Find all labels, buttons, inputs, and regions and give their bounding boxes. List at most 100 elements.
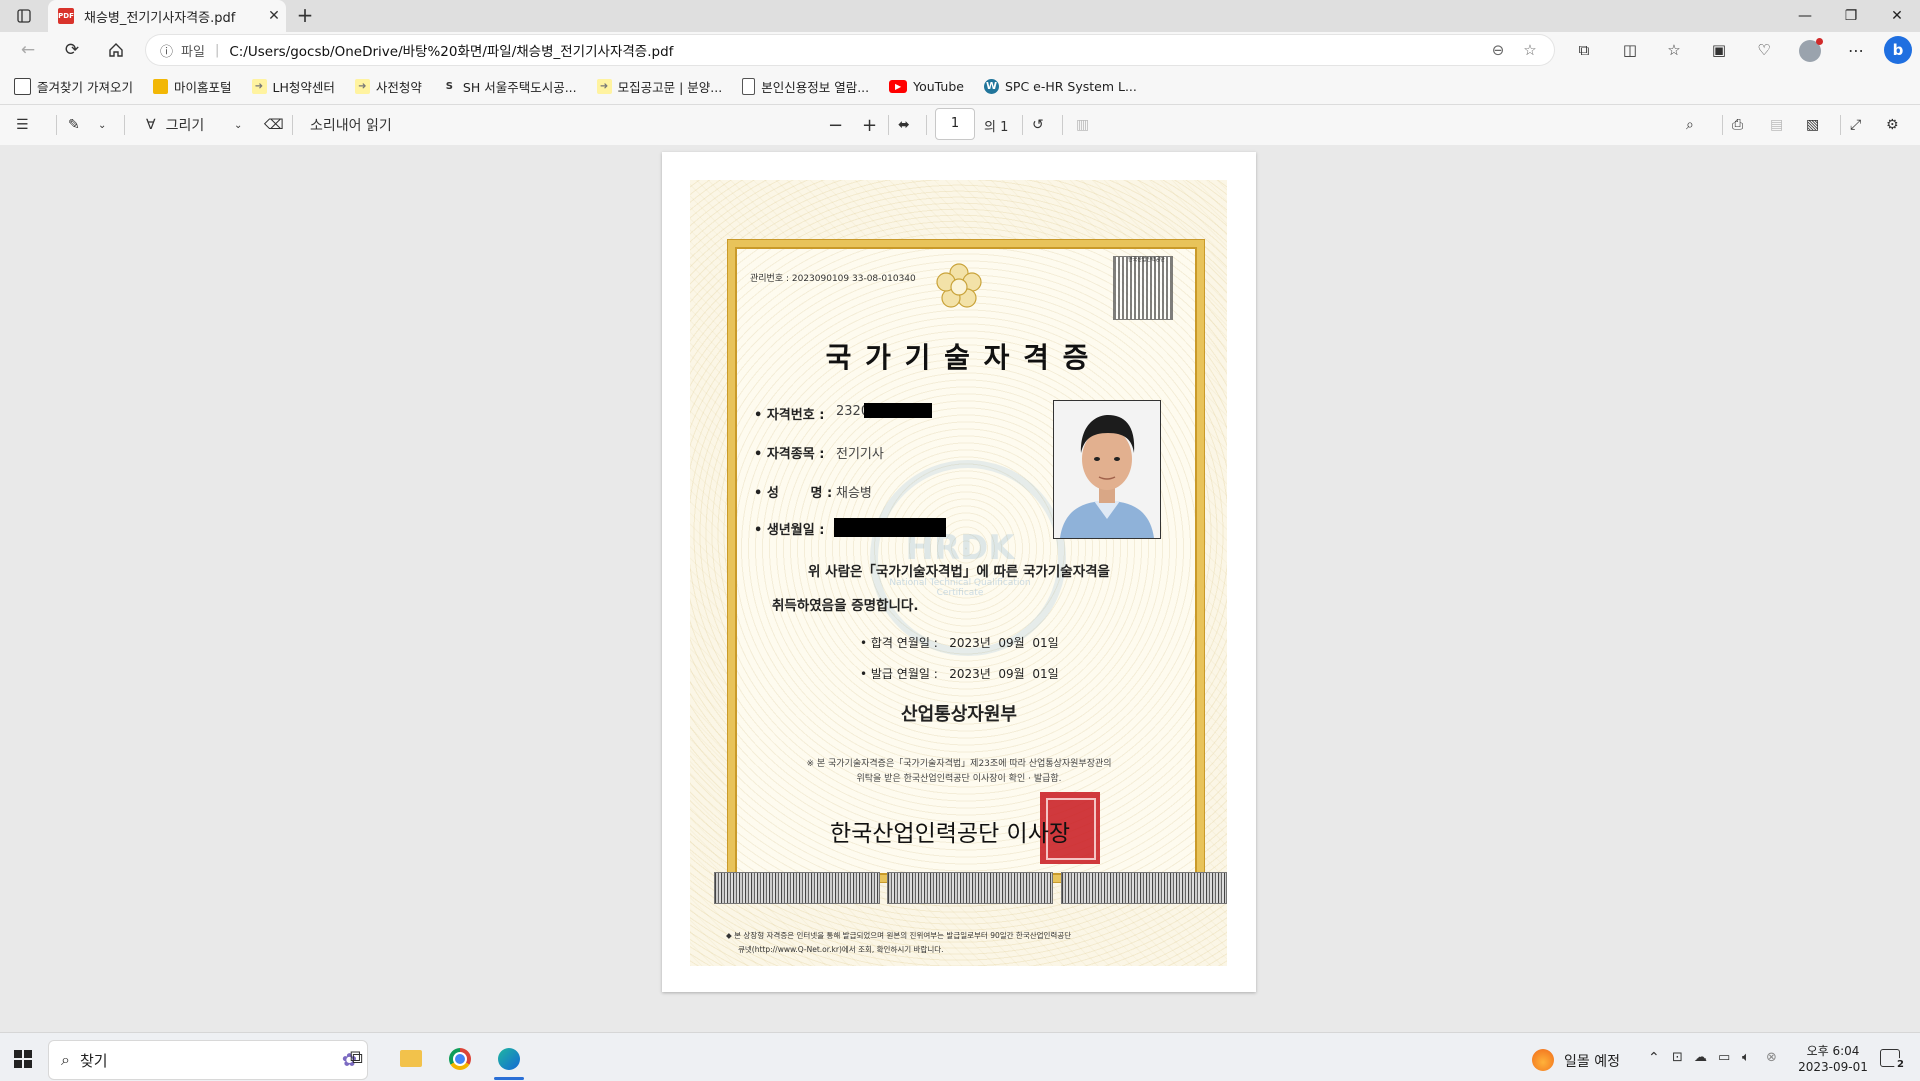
favorite-item[interactable]: W SPC e-HR System L... [983, 78, 1137, 94]
id-photo [1053, 400, 1161, 539]
chrome-icon[interactable] [449, 1048, 471, 1070]
highlight-icon[interactable]: ✎ [68, 105, 80, 145]
favorite-item[interactable]: 즐겨찾기 가져오기 [14, 77, 133, 96]
edge-browser-icon[interactable] [498, 1048, 520, 1070]
toolbar-divider [124, 115, 125, 135]
clock-time[interactable]: 오후 6:04 [1800, 1042, 1866, 1059]
document-icon [742, 77, 756, 95]
field-label: • 생년월일 : [754, 523, 825, 538]
read-aloud-button[interactable]: 소리내어 읽기 [310, 105, 392, 145]
bing-copilot-icon[interactable]: b [1884, 36, 1912, 64]
favorite-star-icon[interactable]: ☆ [1514, 41, 1546, 59]
favorite-item[interactable]: ➜ 모집공고문 | 분양... [596, 77, 722, 96]
collections-icon[interactable]: ▣ [1703, 34, 1735, 66]
eraser-icon[interactable]: ⌫ [264, 105, 284, 145]
issue-date: • 발급 연월일 : 2023년 09월 01일 [860, 667, 1059, 681]
issuer-name: 한국산업인력공단 이사장 [829, 821, 1071, 847]
tab-close-icon[interactable]: ✕ [262, 8, 286, 24]
qr-caption: 한국산업인력공단 [1128, 257, 1165, 263]
taskbar-search-box[interactable]: ⌕ 찾기 ✿ [48, 1040, 368, 1080]
page-number-input[interactable]: 1 [935, 108, 975, 140]
favorite-label: LH청약센터 [272, 79, 335, 95]
minimize-button[interactable]: — [1782, 0, 1828, 32]
restore-button[interactable]: ❐ [1828, 0, 1874, 32]
hrdk-watermark: HRDK National Technical Qualification Ce… [870, 460, 1066, 656]
address-bar[interactable]: ⓘ 파일 | C:/Users/gocsb/OneDrive/바탕%20화면/파… [146, 35, 1554, 65]
zoom-in-button[interactable]: + [862, 105, 877, 145]
file-explorer-icon[interactable] [400, 1050, 422, 1067]
back-button[interactable]: ← [12, 34, 44, 66]
favorites-icon[interactable]: ☆ [1658, 34, 1690, 66]
zoom-out-button[interactable]: − [828, 105, 843, 145]
qr-code [1113, 256, 1173, 320]
profile-notification-dot [1816, 38, 1823, 45]
onedrive-icon[interactable]: ☁ [1694, 1050, 1707, 1065]
address-url[interactable]: C:/Users/gocsb/OneDrive/바탕%20화면/파일/채승병_전… [229, 40, 1482, 60]
tab-actions-icon[interactable] [10, 6, 38, 26]
favorite-item[interactable]: ➜ LH청약센터 [251, 77, 335, 96]
favorite-item[interactable]: ▶ YouTube [889, 79, 964, 94]
management-number: 관리번호 : 2023090109 33-08-010340 [750, 274, 916, 284]
highlight-dropdown-icon[interactable]: ⌄ [98, 105, 106, 145]
wordpress-icon: W [983, 78, 999, 94]
toolbar-divider [56, 115, 57, 135]
network-icon[interactable]: ▭ [1718, 1050, 1730, 1065]
arrow-bookmark-icon: ➜ [596, 78, 612, 94]
split-screen-icon[interactable]: ◫ [1614, 34, 1646, 66]
field-label: • 성 명 : [754, 486, 833, 501]
footer-note-line2: 큐넷(http://www.Q-Net.or.kr)에서 조회, 확인하시기 바… [738, 945, 944, 954]
clock-date[interactable]: 2023-09-01 [1796, 1060, 1870, 1074]
performance-icon[interactable]: ♡ [1748, 34, 1780, 66]
new-tab-button[interactable]: + [292, 4, 318, 28]
favorite-item[interactable]: 본인신용정보 열람... [742, 77, 869, 96]
find-icon[interactable]: ⌕ [1686, 105, 1694, 145]
extensions-icon[interactable]: ⧉ [1568, 34, 1600, 66]
page-view-icon[interactable]: ▥ [1076, 105, 1089, 145]
mute-status-icon[interactable]: ⊗ [1766, 1050, 1777, 1065]
import-icon [14, 77, 31, 95]
home-button[interactable] [100, 34, 132, 66]
info-icon[interactable]: ⓘ [160, 41, 173, 60]
draw-button[interactable]: ∀ 그리기 [146, 105, 204, 145]
fit-page-icon[interactable]: ⬌ [898, 105, 910, 145]
windows-start-icon[interactable] [14, 1050, 32, 1068]
fullscreen-icon[interactable]: ⤢ [1850, 105, 1861, 145]
save-as-icon[interactable]: ▧ [1806, 105, 1819, 145]
toolbar-divider [292, 115, 293, 135]
favorite-item[interactable]: ➜ 사전청약 [354, 77, 422, 96]
refresh-button[interactable]: ⟳ [56, 34, 88, 66]
volume-icon[interactable]: 🔈︎ [1742, 1050, 1750, 1065]
close-window-button[interactable]: ✕ [1874, 0, 1920, 32]
security-barcode [714, 872, 880, 904]
tray-app-icon[interactable]: ⊡ [1672, 1050, 1683, 1065]
weather-sunset-icon[interactable] [1532, 1049, 1554, 1071]
draw-dropdown-icon[interactable]: ⌄ [234, 105, 242, 145]
toolbar-divider [1722, 115, 1723, 135]
favorite-item[interactable]: 마이홈포털 [152, 77, 232, 96]
toolbar-divider [888, 115, 889, 135]
legal-note-line2: 위탁을 받은 한국산업인력공단 이사장이 확인 · 발급함. [856, 774, 1062, 784]
favorite-label: 사전청약 [375, 79, 422, 95]
print-icon[interactable]: ⎙ [1732, 105, 1743, 145]
pdf-file-icon: PDF [58, 8, 74, 24]
browser-tab[interactable]: PDF 채승병_전기기사자격증.pdf ✕ [48, 0, 286, 32]
settings-gear-icon[interactable]: ⚙ [1886, 105, 1899, 145]
national-emblem-icon [934, 262, 984, 312]
favorite-label: 본인신용정보 열람... [761, 79, 870, 95]
field-value: 채승병 [836, 486, 872, 501]
weather-text[interactable]: 일몰 예정 [1564, 1051, 1620, 1071]
save-icon[interactable]: ▤ [1770, 105, 1783, 145]
zoom-out-icon[interactable]: ⊖ [1482, 41, 1514, 59]
arrow-bookmark-icon: ➜ [354, 78, 370, 94]
sh-logo-icon: S [445, 80, 453, 92]
field-label: • 자격번호 : [754, 408, 825, 423]
legal-note-line1: ※ 본 국가기술자격증은「국가기술자격법」제23조에 따라 산업통상자원부장관의 [806, 759, 1112, 769]
contents-list-icon[interactable]: ☰ [16, 105, 29, 145]
rotate-icon[interactable]: ↺ [1032, 105, 1044, 145]
draw-icon: ∀ [146, 117, 156, 133]
more-menu-icon[interactable]: ⋯ [1840, 34, 1872, 66]
task-view-icon[interactable]: ⧉ [350, 1047, 363, 1068]
tray-overflow-icon[interactable]: ⌃ [1648, 1050, 1660, 1066]
search-icon: ⌕ [61, 1050, 70, 1069]
favorite-item[interactable]: S SH 서울주택도시공... [442, 77, 577, 96]
